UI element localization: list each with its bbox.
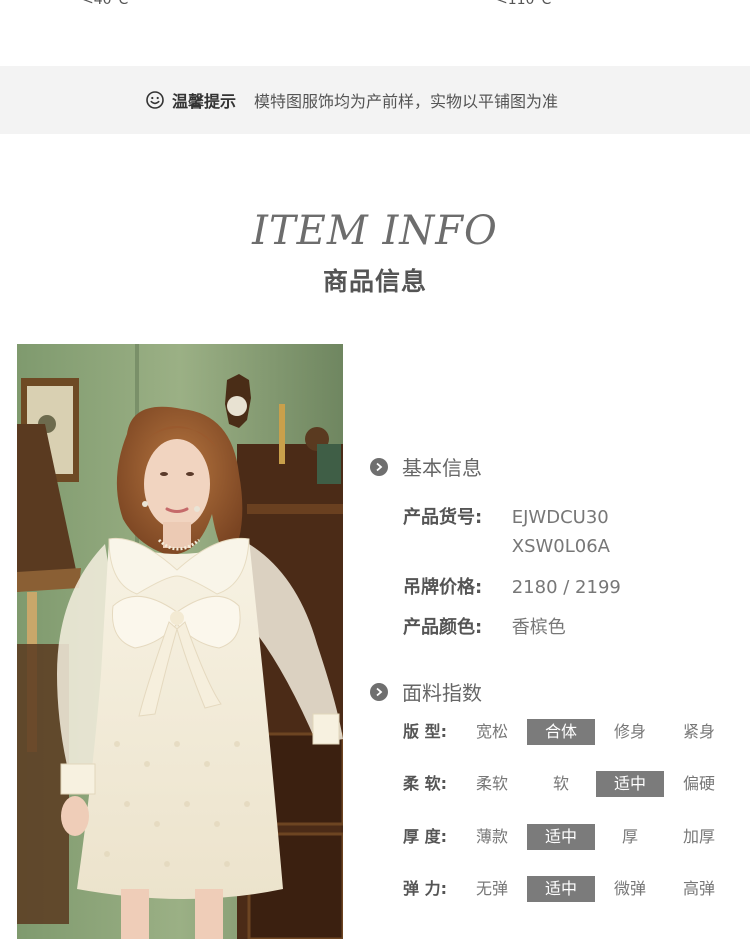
tip-bar: 温馨提示 模特图服饰均为产前样，实物以平铺图为准: [0, 66, 750, 134]
tip-content: 温馨提示 模特图服饰均为产前样，实物以平铺图为准: [146, 88, 558, 112]
fabric-option-selected: 合体: [527, 719, 595, 745]
sku-line-2: XSW0L06A: [511, 536, 610, 557]
fabric-row-elasticity: 弹 力: 无弹 适中 微弹 高弹: [403, 876, 733, 902]
price-value: 2180 / 2199: [511, 577, 621, 598]
fabric-option: 柔软: [475, 774, 508, 793]
basic-info-header: 基本信息: [370, 452, 482, 481]
color-label: 产品颜色:: [403, 617, 483, 638]
chevron-right-icon: [370, 457, 388, 476]
color-row: 产品颜色: 香槟色: [403, 613, 566, 642]
fabric-option-selected: 适中: [527, 824, 595, 850]
temperature-row: <40°C <110°C: [0, 0, 750, 12]
smile-icon: [146, 91, 164, 109]
fabric-row-label: 柔 软:: [403, 774, 447, 793]
model-illustration: [17, 344, 343, 939]
fabric-option: 修身: [613, 722, 646, 741]
fabric-row-fit: 版 型: 宽松 合体 修身 紧身: [403, 719, 733, 745]
chevron-right-icon: [370, 682, 388, 701]
fabric-info-label: 面料指数: [402, 681, 482, 705]
fabric-option: 无弹: [475, 879, 508, 898]
sku-row: 产品货号: EJWDCU30 XSW0L06A: [403, 503, 610, 561]
tip-label: 温馨提示: [172, 92, 237, 111]
sku-line-1: EJWDCU30: [511, 507, 609, 528]
temperature-right: <110°C: [496, 0, 552, 8]
fabric-option: 高弹: [682, 879, 715, 898]
fabric-option: 偏硬: [682, 774, 715, 793]
fabric-option: 厚: [621, 827, 638, 846]
tip-text: 模特图服饰均为产前样，实物以平铺图为准: [254, 92, 559, 111]
fabric-option: 微弹: [613, 879, 646, 898]
sku-value: EJWDCU30 XSW0L06A: [512, 503, 610, 561]
fabric-option-selected: 适中: [527, 876, 595, 902]
sku-label: 产品货号:: [403, 507, 483, 528]
fabric-option: 软: [552, 774, 569, 793]
product-photo: [17, 344, 343, 939]
fabric-option: 薄款: [475, 827, 508, 846]
basic-info-label: 基本信息: [402, 456, 482, 480]
item-info-subtitle: 商品信息: [322, 267, 427, 296]
fabric-option-selected: 适中: [596, 771, 664, 797]
item-info-title: ITEM INFO: [252, 208, 498, 254]
fabric-row-label: 厚 度:: [403, 827, 447, 846]
color-value: 香槟色: [511, 617, 566, 638]
temperature-left: <40°C: [82, 0, 129, 8]
fabric-row-label: 版 型:: [403, 722, 447, 741]
fabric-row-softness: 柔 软: 柔软 软 适中 偏硬: [403, 771, 733, 797]
fabric-option: 加厚: [682, 827, 715, 846]
price-label: 吊牌价格:: [403, 577, 483, 598]
fabric-option: 宽松: [475, 722, 508, 741]
fabric-row-thickness: 厚 度: 薄款 适中 厚 加厚: [403, 824, 733, 850]
fabric-info-header: 面料指数: [370, 677, 482, 706]
price-row: 吊牌价格: 2180 / 2199: [403, 573, 621, 602]
fabric-option: 紧身: [682, 722, 715, 741]
fabric-row-label: 弹 力:: [403, 879, 447, 898]
